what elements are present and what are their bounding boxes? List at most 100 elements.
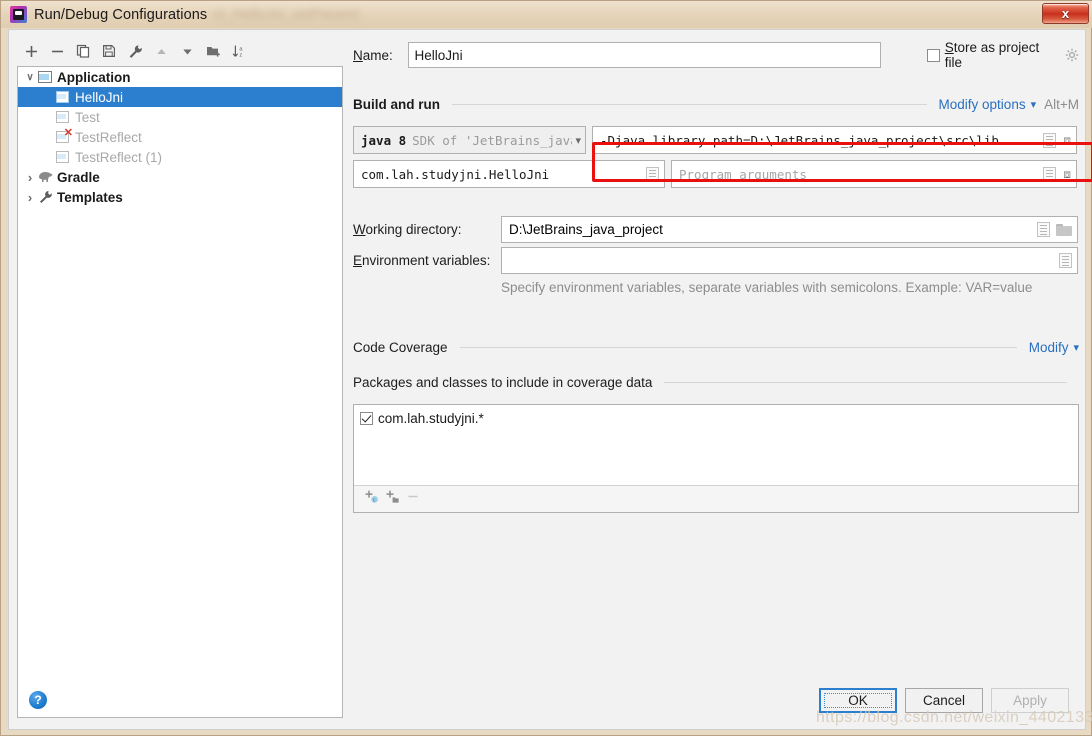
triangle-down-icon[interactable] bbox=[175, 40, 199, 62]
close-window-button[interactable]: x bbox=[1042, 3, 1089, 24]
store-as-project-file-row[interactable]: Store as project file bbox=[926, 40, 1079, 70]
vm-options-value: -Djava.library.path=D:\JetBrains_java_pr… bbox=[600, 132, 999, 148]
tree-item-label: Application bbox=[57, 69, 131, 85]
expand-icon[interactable]: ⧈ bbox=[1063, 167, 1071, 182]
chevron-down-icon[interactable]: ∨ bbox=[22, 72, 38, 83]
tree-item-label: Templates bbox=[57, 189, 123, 205]
window-title: Run/Debug Configurations bbox=[34, 6, 208, 23]
help-button[interactable]: ? bbox=[29, 691, 47, 709]
program-arguments-input[interactable]: Program arguments ⧈ bbox=[671, 160, 1077, 188]
tree-item-label: TestReflect (1) bbox=[75, 149, 163, 165]
main-class-input[interactable]: com.lah.studyjni.HelloJni bbox=[353, 160, 665, 188]
error-x-icon: ✕ bbox=[63, 127, 73, 139]
folder-add-icon[interactable] bbox=[201, 40, 225, 62]
remove-configuration-button[interactable] bbox=[45, 40, 69, 62]
wrench-icon bbox=[38, 190, 54, 204]
store-as-project-file-checkbox[interactable] bbox=[926, 48, 940, 62]
svg-text:z: z bbox=[239, 52, 242, 58]
section-divider bbox=[452, 104, 927, 105]
coverage-entry[interactable]: com.lah.studyjni.* bbox=[354, 405, 1078, 426]
main-class-arguments-row: com.lah.studyjni.HelloJni Program argume… bbox=[353, 160, 1079, 188]
chevron-right-icon[interactable]: › bbox=[22, 170, 38, 185]
application-icon bbox=[38, 70, 54, 84]
main-class-value: com.lah.studyjni.HelloJni bbox=[361, 166, 550, 182]
triangle-up-icon[interactable] bbox=[149, 40, 173, 62]
coverage-entry-label: com.lah.studyjni.* bbox=[378, 411, 484, 426]
add-class-button[interactable]: c bbox=[364, 489, 379, 509]
configurations-panel: az bbox=[17, 38, 347, 64]
store-as-project-file-label: Store as project file bbox=[944, 40, 1040, 70]
tree-item-testreflect-1[interactable]: TestReflect (1) bbox=[18, 147, 342, 167]
gear-icon[interactable] bbox=[1065, 48, 1079, 62]
build-and-run-title: Build and run bbox=[353, 97, 440, 112]
name-input[interactable]: HelloJni bbox=[407, 42, 881, 68]
tree-item-label: Gradle bbox=[57, 169, 100, 185]
jdk-select[interactable]: java 8 SDK of 'JetBrains_java_p ▾ bbox=[353, 126, 586, 154]
title-bar: Run/Debug Configurations ni_HelloJni_set… bbox=[1, 1, 1092, 28]
run-config-icon bbox=[56, 90, 72, 104]
modify-options-shortcut: Alt+M bbox=[1044, 97, 1079, 112]
watermark-text: https://blog.csdn.net/weixin_44021334 bbox=[816, 709, 1092, 726]
environment-variables-row: Environment variables: bbox=[353, 247, 1079, 274]
coverage-entry-checkbox[interactable] bbox=[360, 412, 373, 425]
working-directory-value: D:\JetBrains_java_project bbox=[509, 222, 663, 237]
section-divider bbox=[459, 347, 1017, 348]
folder-icon[interactable] bbox=[1056, 223, 1072, 236]
copy-configuration-icon[interactable] bbox=[71, 40, 95, 62]
name-label: Name: bbox=[353, 47, 393, 63]
expand-icon[interactable]: ⧈ bbox=[1063, 133, 1071, 148]
run-config-icon: ✕ bbox=[56, 127, 73, 144]
chevron-down-icon[interactable]: ▾ bbox=[575, 134, 581, 147]
gradle-elephant-icon bbox=[38, 170, 54, 184]
macros-icon[interactable] bbox=[1043, 166, 1057, 182]
tree-item-testreflect[interactable]: ✕ TestReflect bbox=[18, 127, 342, 147]
run-debug-configurations-window: Run/Debug Configurations ni_HelloJni_set… bbox=[0, 0, 1092, 736]
code-coverage-modify-link[interactable]: Modify bbox=[1029, 340, 1069, 355]
modify-options-link[interactable]: Modify options bbox=[939, 97, 1026, 112]
focus-ring bbox=[824, 693, 892, 708]
section-divider bbox=[664, 382, 1067, 383]
chevron-right-icon[interactable]: › bbox=[22, 190, 38, 205]
sort-az-icon[interactable]: az bbox=[227, 40, 251, 62]
run-config-icon bbox=[56, 110, 72, 124]
macros-icon[interactable] bbox=[1043, 132, 1057, 148]
tree-item-hellojni[interactable]: HelloJni bbox=[18, 87, 342, 107]
code-coverage-header: Code Coverage Modify ▾ bbox=[353, 340, 1079, 355]
tree-item-application[interactable]: ∨ Application bbox=[18, 67, 342, 87]
tree-item-label: HelloJni bbox=[75, 89, 124, 105]
macros-icon[interactable] bbox=[1059, 253, 1072, 268]
add-package-button[interactable] bbox=[385, 489, 400, 509]
environment-variables-hint: Specify environment variables, separate … bbox=[501, 280, 1033, 295]
coverage-list-toolbar: c bbox=[354, 485, 1078, 512]
apply-button-label: Apply bbox=[1013, 693, 1047, 708]
environment-variables-input[interactable] bbox=[501, 247, 1078, 274]
vm-options-input[interactable]: -Djava.library.path=D:\JetBrains_java_pr… bbox=[592, 126, 1077, 154]
jdk-description: SDK of 'JetBrains_java_p bbox=[412, 132, 572, 148]
macros-icon[interactable] bbox=[1037, 222, 1050, 237]
configurations-tree[interactable]: ∨ Application HelloJni Test ✕ TestReflect Test… bbox=[17, 66, 343, 718]
working-directory-row: Working directory: D:\JetBrains_java_pro… bbox=[353, 216, 1079, 243]
working-directory-label: Working directory: bbox=[353, 222, 462, 237]
chevron-down-icon[interactable]: ▾ bbox=[1031, 98, 1037, 111]
jdk-vm-options-row: java 8 SDK of 'JetBrains_java_p ▾ -Djava… bbox=[353, 126, 1079, 154]
coverage-list-box[interactable]: com.lah.studyjni.* c bbox=[353, 404, 1079, 513]
configuration-editor-panel: Name: HelloJni Store as project file Bui… bbox=[353, 38, 1079, 513]
program-arguments-placeholder: Program arguments bbox=[679, 166, 807, 182]
tree-item-gradle[interactable]: › Gradle bbox=[18, 167, 342, 187]
code-coverage-title: Code Coverage bbox=[353, 340, 448, 355]
close-icon: x bbox=[1061, 6, 1070, 21]
tree-item-test[interactable]: Test bbox=[18, 107, 342, 127]
chevron-down-icon[interactable]: ▾ bbox=[1073, 341, 1079, 354]
intellij-idea-icon bbox=[10, 6, 27, 23]
cancel-button-label: Cancel bbox=[922, 693, 966, 708]
save-configuration-icon[interactable] bbox=[97, 40, 121, 62]
name-row: Name: HelloJni Store as project file bbox=[353, 40, 1079, 70]
run-config-icon bbox=[56, 150, 72, 164]
window-title-blurred-text: ni_HelloJni_setParam( bbox=[213, 6, 360, 23]
remove-entry-button[interactable] bbox=[406, 489, 421, 509]
wrench-icon[interactable] bbox=[123, 40, 147, 62]
browse-class-icon[interactable] bbox=[646, 166, 659, 182]
tree-item-templates[interactable]: › Templates bbox=[18, 187, 342, 207]
working-directory-input[interactable]: D:\JetBrains_java_project bbox=[501, 216, 1078, 243]
add-configuration-button[interactable] bbox=[19, 40, 43, 62]
